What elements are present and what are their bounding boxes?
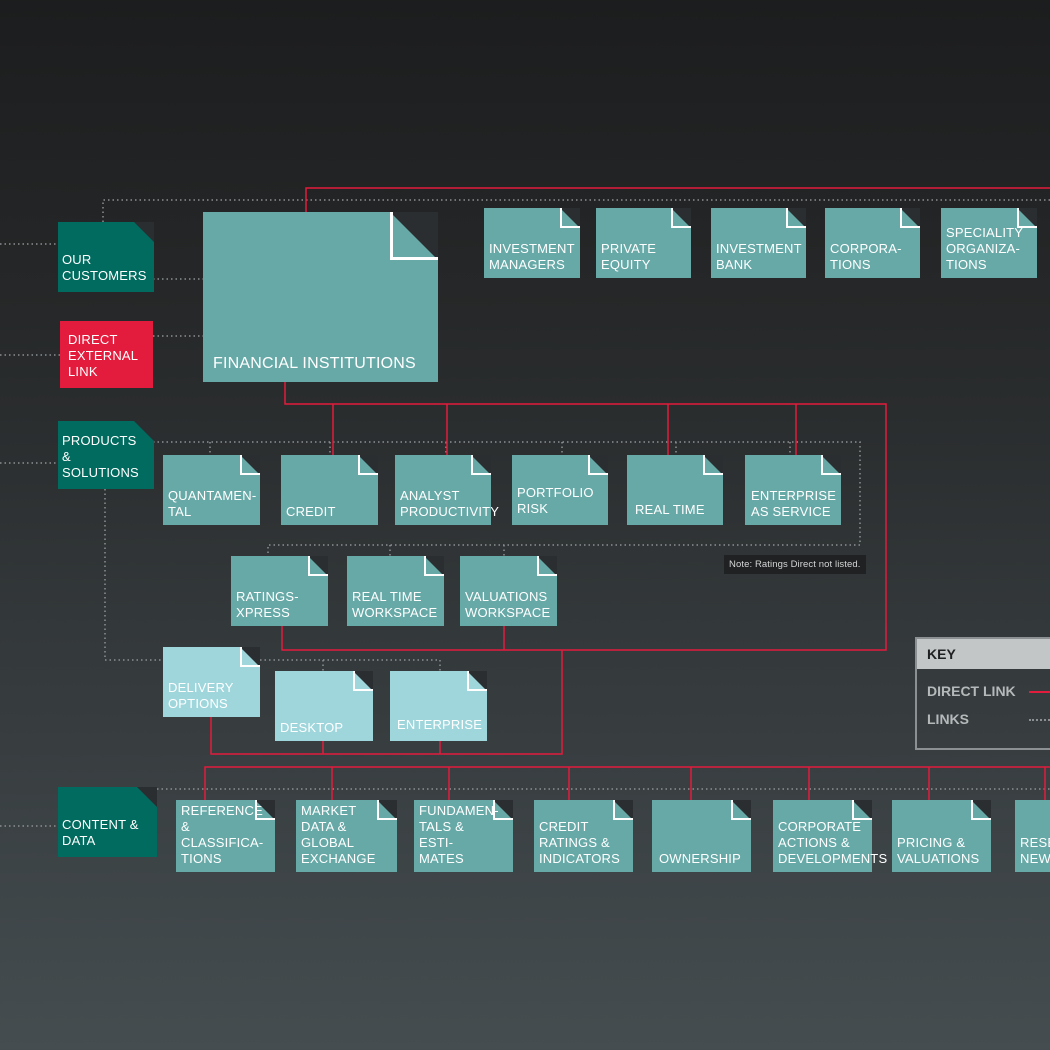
product-card[interactable]: PORTFOLIO RISK [512, 455, 608, 525]
fold-corner-icon [424, 556, 444, 576]
fold-corner-icon [671, 208, 691, 228]
ratings-direct-note: Note: Ratings Direct not listed. [724, 555, 866, 574]
sub-product-label: REAL TIME WORKSPACE [352, 589, 438, 620]
sub-product-card[interactable]: RATINGS- XPRESS [231, 556, 328, 626]
product-card[interactable]: ANALYST PRODUCTIVITY [395, 455, 499, 525]
fold-corner-icon [308, 556, 328, 576]
financial-institutions-label: FINANCIAL INSTITUTIONS [213, 355, 416, 372]
fold-corner-icon [971, 800, 991, 820]
fold-corner-icon [390, 212, 438, 260]
legend-key: KEY DIRECT LINK LINKS [915, 637, 1050, 750]
desktop-label: DESKTOP [280, 720, 344, 735]
fold-corner-icon [240, 647, 260, 667]
product-card[interactable]: REAL TIME [627, 455, 723, 525]
product-card[interactable]: QUANTAMEN- TAL [163, 455, 260, 525]
content-card[interactable]: FUNDAMEN- TALS & ESTI- MATES [414, 800, 513, 872]
fold-corner-icon [240, 455, 260, 475]
connection-lines [0, 187, 1050, 827]
content-data-tab[interactable]: CONTENT & DATA [58, 787, 157, 857]
product-card[interactable]: CREDIT [281, 455, 378, 525]
content-label: PRICING & VALUATIONS [897, 835, 980, 866]
fold-corner-icon [588, 455, 608, 475]
sub-product-label: RATINGS- XPRESS [236, 589, 299, 620]
content-label: CREDIT RATINGS & INDICATORS [539, 819, 620, 866]
customer-label: INVESTMENT BANK [716, 241, 802, 272]
enterprise-label: ENTERPRISE [397, 717, 483, 732]
fold-corner-icon [353, 671, 373, 691]
content-data-label: CONTENT & DATA [62, 817, 139, 848]
delivery-options-card[interactable]: DELIVERY OPTIONS [163, 647, 260, 717]
key-links-label: LINKS [927, 711, 969, 727]
fold-corner-icon [377, 800, 397, 820]
fold-corner-icon [471, 455, 491, 475]
fold-corner-icon [493, 800, 513, 820]
fold-corner-icon [255, 800, 275, 820]
fold-corner-icon [900, 208, 920, 228]
customer-label: SPECIALITY ORGANIZA- TIONS [946, 225, 1023, 272]
key-title: KEY [917, 639, 1050, 669]
content-card[interactable]: MARKET DATA & GLOBAL EXCHANGE [296, 800, 397, 872]
product-label: PORTFOLIO RISK [517, 485, 594, 516]
product-label: CREDIT [286, 504, 336, 519]
desktop-card[interactable]: DESKTOP [275, 671, 373, 741]
fold-corner-icon [134, 222, 154, 242]
sub-product-card[interactable]: REAL TIME WORKSPACE [347, 556, 444, 626]
fold-corner-icon [358, 455, 378, 475]
customer-card[interactable]: PRIVATE EQUITY [596, 208, 691, 278]
link-swatch [1029, 719, 1050, 721]
fold-corner-icon [137, 787, 157, 807]
fold-corner-icon [821, 455, 841, 475]
product-label: QUANTAMEN- TAL [168, 488, 257, 519]
customer-card[interactable]: SPECIALITY ORGANIZA- TIONS [941, 208, 1037, 278]
delivery-options-label: DELIVERY OPTIONS [168, 680, 234, 711]
content-card[interactable]: CREDIT RATINGS & INDICATORS [534, 800, 633, 872]
direct-external-link-label: DIRECT EXTERNAL LINK [68, 332, 138, 379]
customer-card[interactable]: CORPORA- TIONS [825, 208, 920, 278]
customer-card[interactable]: INVESTMENT BANK [711, 208, 806, 278]
customer-label: CORPORA- TIONS [830, 241, 902, 272]
content-card[interactable]: REFERENCE & CLASSIFICA- TIONS [176, 800, 275, 872]
fold-corner-icon [560, 208, 580, 228]
content-label: RESE NEWS [1020, 835, 1050, 866]
content-card[interactable]: PRICING & VALUATIONS [892, 800, 991, 872]
content-label: FUNDAMEN- TALS & ESTI- MATES [419, 803, 499, 866]
our-customers-label: OUR CUSTOMERS [62, 252, 147, 283]
content-card[interactable]: OWNERSHIP [652, 800, 751, 872]
content-label: OWNERSHIP [659, 851, 741, 866]
fold-corner-icon [731, 800, 751, 820]
fold-corner-icon [786, 208, 806, 228]
fold-corner-icon [467, 671, 487, 691]
fold-corner-icon [613, 800, 633, 820]
fold-corner-icon [537, 556, 557, 576]
direct-link-swatch [1029, 691, 1050, 693]
sub-product-card[interactable]: VALUATIONS WORKSPACE [460, 556, 557, 626]
key-direct-link-label: DIRECT LINK [927, 683, 1016, 699]
products-solutions-tab[interactable]: PRODUCTS & SOLUTIONS [58, 421, 154, 489]
direct-external-link-tab[interactable]: DIRECT EXTERNAL LINK [60, 321, 153, 388]
fold-corner-icon [852, 800, 872, 820]
product-label: ANALYST PRODUCTIVITY [400, 488, 500, 519]
enterprise-card[interactable]: ENTERPRISE [390, 671, 487, 741]
product-label: ENTERPRISE AS SERVICE [751, 488, 837, 519]
fold-corner-icon [134, 421, 154, 441]
financial-institutions-card[interactable]: FINANCIAL INSTITUTIONS [203, 212, 438, 382]
customer-card[interactable]: INVESTMENT MANAGERS [484, 208, 580, 278]
content-card[interactable]: CORPORATE ACTIONS & DEVELOPMENTS [773, 800, 888, 872]
fold-corner-icon [1017, 208, 1037, 228]
content-card[interactable]: RESE NEWS [1015, 800, 1050, 872]
sub-product-label: VALUATIONS WORKSPACE [465, 589, 551, 620]
fold-corner-icon [703, 455, 723, 475]
product-label: REAL TIME [635, 502, 705, 517]
customer-label: PRIVATE EQUITY [601, 241, 657, 272]
product-card[interactable]: ENTERPRISE AS SERVICE [745, 455, 841, 525]
customer-label: INVESTMENT MANAGERS [489, 241, 575, 272]
our-customers-tab[interactable]: OUR CUSTOMERS [58, 222, 154, 292]
content-label: CORPORATE ACTIONS & DEVELOPMENTS [778, 819, 888, 866]
